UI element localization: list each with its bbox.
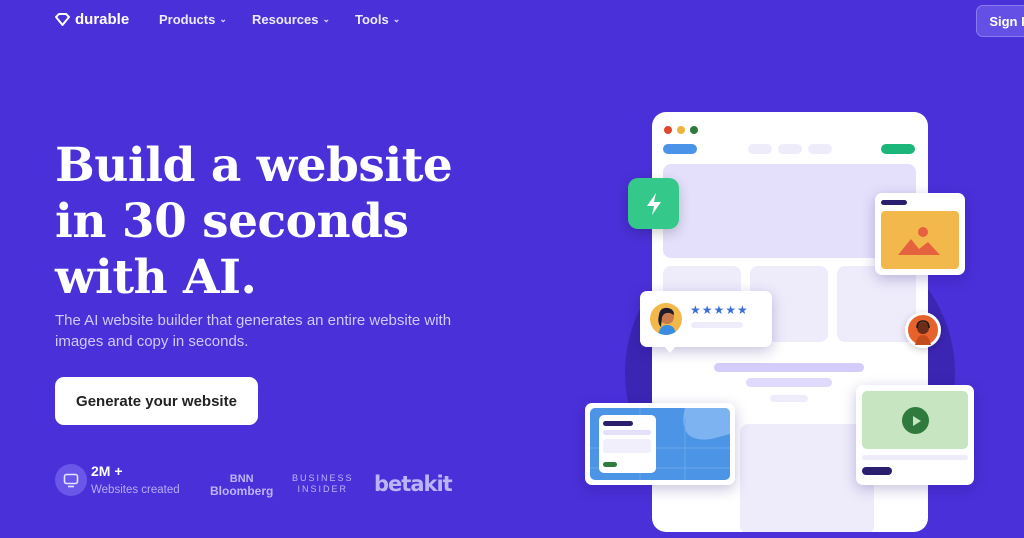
lightning-icon	[628, 178, 679, 229]
mock-cta-pill	[881, 144, 915, 154]
mock-nav-pill	[778, 144, 802, 154]
mock-logo-pill	[663, 144, 697, 154]
mock-text-pill	[746, 378, 832, 387]
insider-text: INSIDER	[297, 484, 349, 494]
map-card	[585, 403, 735, 485]
play-icon	[902, 407, 929, 434]
video-button-bar	[862, 467, 892, 475]
video-thumbnail	[862, 391, 968, 449]
stat-number: 2M +	[91, 463, 123, 479]
review-card: ★★★★★	[640, 291, 772, 353]
betakit-logo: betakit	[374, 472, 453, 496]
mock-nav-pill	[808, 144, 832, 154]
business-text: BUSINESS	[292, 473, 354, 483]
speech-tail	[664, 346, 676, 353]
business-insider-logo: BUSINESS INSIDER	[292, 473, 354, 495]
nav-tools-label: Tools	[355, 12, 389, 27]
headline-line: Build a website	[55, 138, 453, 193]
monitor-icon	[55, 464, 87, 496]
image-icon	[881, 211, 959, 269]
logo[interactable]: durable	[55, 11, 129, 28]
durable-logo-icon	[55, 13, 70, 26]
nav-resources[interactable]: Resources ⌄	[252, 12, 330, 27]
nav-resources-label: Resources	[252, 12, 319, 27]
map-info-panel	[599, 415, 656, 473]
mock-text-pill	[714, 363, 864, 372]
generate-website-button[interactable]: Generate your website	[55, 377, 258, 425]
chevron-down-icon: ⌄	[219, 14, 227, 24]
mock-nav-pill	[748, 144, 772, 154]
image-card	[875, 193, 965, 275]
headline-line: with AI.	[55, 250, 257, 305]
video-text-bar	[862, 455, 968, 460]
rating-stars: ★★★★★	[690, 303, 749, 317]
chevron-down-icon: ⌄	[392, 14, 401, 24]
nav-tools[interactable]: Tools ⌄	[355, 12, 400, 27]
bnn-bloomberg-logo: BNN Bloomberg	[210, 473, 273, 497]
headline-line: in 30 seconds	[55, 194, 409, 249]
reviewer-avatar	[650, 303, 682, 335]
top-nav: durable Products ⌄ Resources ⌄ Tools ⌄ Sign…	[0, 0, 1024, 40]
video-card	[856, 385, 974, 485]
minimize-dot-icon	[677, 126, 685, 134]
chevron-down-icon: ⌄	[322, 14, 331, 24]
nav-products-label: Products	[159, 12, 216, 27]
sign-in-button[interactable]: Sign In	[976, 5, 1024, 37]
stat-label: Websites created	[91, 484, 180, 496]
mock-text-pill	[770, 395, 808, 402]
maximize-dot-icon	[690, 126, 698, 134]
logo-text: durable	[75, 11, 130, 28]
close-dot-icon	[664, 126, 672, 134]
bloomberg-text: Bloomberg	[210, 484, 274, 498]
nav-products[interactable]: Products ⌄	[159, 12, 227, 27]
review-text-bar	[691, 322, 743, 328]
hero-subtitle: The AI website builder that generates an…	[55, 312, 452, 350]
hero-headline: Build a website in 30 seconds with AI.	[55, 138, 453, 306]
image-card-title-bar	[881, 200, 907, 205]
support-avatar	[905, 312, 941, 348]
